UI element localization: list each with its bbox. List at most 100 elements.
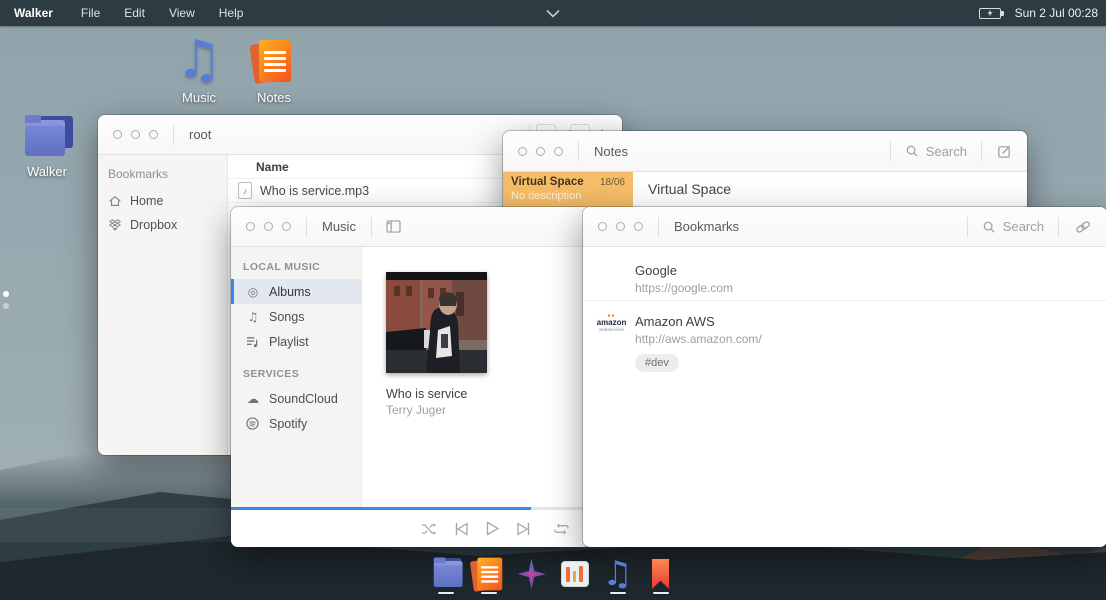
clock[interactable]: Sun 2 Jul 00:28 (1015, 6, 1098, 20)
menu-view[interactable]: View (157, 6, 207, 20)
music-titlebar[interactable]: Music (231, 207, 591, 247)
window-controls[interactable] (231, 222, 306, 231)
new-note-button[interactable] (982, 144, 1027, 159)
desktop-icon-label: Notes (238, 90, 310, 105)
files-sidebar: Bookmarks Home Dropbox (98, 155, 228, 455)
window-button[interactable] (149, 130, 158, 139)
running-indicator (610, 592, 626, 594)
dock-item-notes[interactable] (472, 554, 506, 594)
window-button[interactable] (634, 222, 643, 231)
bookmark-url: http://aws.amazon.com/ (635, 332, 762, 346)
shuffle-button[interactable] (421, 522, 437, 536)
window-button[interactable] (598, 222, 607, 231)
bookmark-item-google[interactable]: Google https://google.com (583, 255, 1106, 300)
bookmarks-window: Bookmarks Search Google https://google.c… (583, 207, 1106, 547)
album-title: Who is service (386, 387, 487, 401)
divider (583, 300, 1106, 301)
music-nav-songs[interactable]: ♫ Songs (231, 304, 361, 329)
notes-search-input[interactable]: Search (891, 144, 981, 159)
tweaks-app-icon (561, 561, 589, 587)
notes-app-icon (475, 558, 502, 591)
note-list-item[interactable]: Virtual Space 18/06 No description (503, 172, 633, 207)
music-note-icon: ♫ (246, 310, 260, 324)
menu-help[interactable]: Help (207, 6, 256, 20)
search-icon (982, 220, 996, 234)
desktop: { "menubar": { "app": "Walker", "menus":… (0, 0, 1106, 600)
music-sidebar: LOCAL MUSIC ◎ Albums ♫ Songs Playlist SE… (231, 247, 362, 509)
bookmarks-search-input[interactable]: Search (968, 219, 1058, 234)
shuffle-icon (421, 522, 437, 536)
folder-icon (25, 120, 69, 156)
music-nav-albums[interactable]: ◎ Albums (231, 279, 361, 304)
bookmark-url: https://google.com (635, 281, 733, 295)
music-nav-soundcloud[interactable]: ☁ SoundCloud (231, 386, 361, 411)
desktop-icon-music[interactable]: ♫ Music (163, 32, 235, 105)
play-button[interactable] (486, 521, 499, 536)
window-button[interactable] (131, 130, 140, 139)
menu-edit[interactable]: Edit (112, 6, 157, 20)
bookmarks-window-title: Bookmarks (659, 219, 754, 234)
running-indicator (481, 592, 497, 594)
next-icon (517, 522, 530, 536)
album-art (386, 272, 487, 373)
workspace-dot-active[interactable] (3, 291, 9, 297)
window-button[interactable] (518, 147, 527, 156)
note-date: 18/06 (600, 177, 625, 188)
bookmarks-app-icon (652, 559, 669, 589)
sidebar-item-dropbox[interactable]: Dropbox (98, 213, 227, 237)
window-button[interactable] (554, 147, 563, 156)
music-nav-playlist[interactable]: Playlist (231, 329, 361, 354)
compose-icon (997, 144, 1012, 159)
section-services: SERVICES (231, 354, 361, 386)
disc-icon: ◎ (246, 285, 260, 299)
album-card[interactable]: Who is service Terry Juger (386, 272, 487, 417)
home-icon (108, 194, 122, 208)
repeat-button[interactable] (554, 522, 569, 536)
spark-app-icon (518, 559, 546, 589)
window-button[interactable] (282, 222, 291, 231)
sidebar-item-home[interactable]: Home (98, 189, 227, 213)
dock-item-tweaks[interactable] (558, 554, 592, 594)
link-icon (1075, 220, 1091, 234)
window-controls[interactable] (503, 147, 578, 156)
chevron-down-icon[interactable] (540, 4, 566, 22)
window-button[interactable] (246, 222, 255, 231)
window-button[interactable] (616, 222, 625, 231)
dock-item-music[interactable]: ♫ (601, 554, 635, 594)
play-icon (486, 521, 499, 536)
menu-file[interactable]: File (69, 6, 112, 20)
bookmark-title: Google (635, 263, 733, 278)
add-link-button[interactable] (1059, 220, 1106, 234)
window-button[interactable] (264, 222, 273, 231)
dock-item-spark[interactable] (515, 554, 549, 594)
note-content-title[interactable]: Virtual Space (648, 181, 731, 197)
desktop-icon-walker-folder[interactable]: Walker (11, 106, 83, 179)
audio-file-icon: ♪ (238, 182, 252, 199)
bookmark-item-amazon-aws[interactable]: ●● amazon webservices Amazon AWS http://… (583, 308, 1106, 378)
running-indicator (653, 592, 669, 594)
notes-titlebar[interactable]: Notes Search (503, 131, 1027, 172)
files-app-icon (433, 561, 457, 587)
workspace-indicator[interactable] (3, 291, 9, 315)
workspace-dot-inactive[interactable] (3, 303, 9, 309)
window-controls[interactable] (98, 130, 173, 139)
window-button[interactable] (113, 130, 122, 139)
playlist-icon (246, 336, 260, 348)
desktop-icon-notes[interactable]: Notes (238, 32, 310, 105)
music-nav-spotify[interactable]: Spotify (231, 411, 361, 436)
menu-app-name[interactable]: Walker (0, 6, 69, 20)
previous-button[interactable] (455, 522, 468, 536)
dock: ♫ (0, 554, 1106, 598)
bookmark-tag[interactable]: #dev (635, 354, 679, 372)
search-icon (905, 144, 919, 158)
bookmarks-titlebar[interactable]: Bookmarks Search (583, 207, 1106, 247)
dock-item-files[interactable] (429, 554, 463, 594)
window-controls[interactable] (583, 222, 658, 231)
battery-icon[interactable] (979, 8, 1001, 19)
sidebar-toggle-button[interactable] (372, 220, 415, 233)
dock-item-bookmarks[interactable] (644, 554, 678, 594)
repeat-icon (554, 522, 569, 536)
window-button[interactable] (536, 147, 545, 156)
next-button[interactable] (517, 522, 530, 536)
section-local-music: LOCAL MUSIC (231, 247, 361, 279)
